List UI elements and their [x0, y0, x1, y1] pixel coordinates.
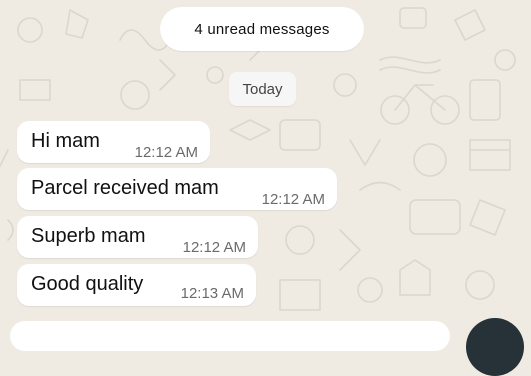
message-bubble[interactable]: Parcel received mam 12:12 AM [17, 168, 337, 210]
date-separator: Today [229, 72, 296, 106]
message-input-bar[interactable] [10, 321, 450, 351]
message-time: 12:12 AM [134, 144, 198, 161]
mic-button[interactable] [466, 318, 524, 376]
message-text: Parcel received mam [31, 177, 219, 199]
message-time: 12:12 AM [261, 191, 325, 208]
message-text: Hi mam [31, 130, 100, 152]
message-text: Good quality [31, 273, 144, 295]
message-time: 12:12 AM [182, 239, 246, 256]
message-bubble[interactable]: Good quality 12:13 AM [17, 264, 256, 306]
message-text: Superb mam [31, 225, 146, 247]
message-time: 12:13 AM [180, 285, 244, 302]
message-bubble[interactable]: Superb mam 12:12 AM [17, 216, 258, 258]
unread-messages-banner: 4 unread messages [160, 7, 364, 51]
message-bubble[interactable]: Hi mam 12:12 AM [17, 121, 210, 163]
